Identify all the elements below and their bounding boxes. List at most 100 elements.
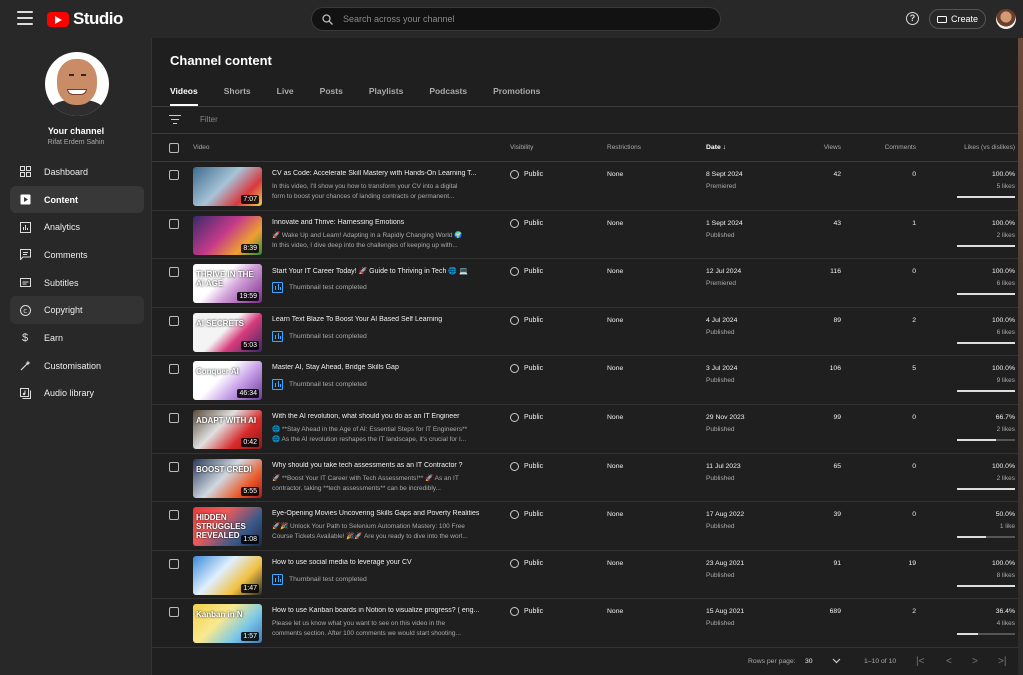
column-restrictions[interactable]: Restrictions — [607, 144, 641, 151]
sidebar-item-copyright[interactable]: c Copyright — [10, 296, 144, 325]
account-avatar[interactable] — [996, 9, 1016, 29]
table-row[interactable]: 7:07 CV as Code: Accelerate Skill Master… — [152, 162, 1023, 211]
studio-logo[interactable]: Studio — [47, 9, 123, 29]
row-checkbox[interactable] — [169, 364, 179, 375]
last-page-icon[interactable]: >| — [998, 656, 1006, 667]
table-row[interactable]: Conquer AI 46:34 Master AI, Stay Ahead, … — [152, 356, 1023, 405]
table-row[interactable]: HIDDEN STRUGGLES REVEALED 1:08 Eye-Openi… — [152, 502, 1023, 551]
sidebar-item-customisation[interactable]: Customisation — [10, 352, 144, 380]
create-button[interactable]: Create — [929, 9, 986, 29]
video-thumbnail[interactable]: BOOST CREDI 5:55 — [193, 458, 262, 498]
rows-per-page-select[interactable]: 30 — [805, 658, 813, 665]
search-bar[interactable]: Search across your channel — [311, 7, 721, 31]
tab-posts[interactable]: Posts — [320, 86, 343, 106]
row-checkbox[interactable] — [169, 170, 179, 180]
thumbnail-test-status: Thumbnail test completed — [272, 330, 367, 342]
column-comments[interactable]: Comments — [885, 144, 916, 151]
video-title[interactable]: CV as Code: Accelerate Skill Mastery wit… — [272, 170, 487, 177]
video-thumbnail[interactable]: AI SECRETS 5:03 — [193, 312, 262, 352]
views-cell: 91 — [833, 559, 841, 567]
table-row[interactable]: ADAPT WITH AI 0:42 With the AI revolutio… — [152, 405, 1023, 454]
table-row[interactable]: AI SECRETS 5:03 Learn Text Blaze To Boos… — [152, 308, 1023, 357]
row-checkbox[interactable] — [169, 267, 179, 278]
visibility-cell[interactable]: Public — [510, 461, 543, 471]
filter-input[interactable]: Filter — [200, 115, 218, 124]
visibility-cell[interactable]: Public — [510, 412, 543, 422]
tab-promotions[interactable]: Promotions — [493, 86, 540, 106]
tab-podcasts[interactable]: Podcasts — [429, 86, 467, 106]
content-icon — [19, 194, 31, 206]
row-checkbox[interactable] — [169, 607, 179, 618]
sidebar-item-content[interactable]: Content — [10, 185, 144, 214]
video-thumbnail[interactable]: ADAPT WITH AI 0:42 — [193, 409, 262, 449]
visibility-cell[interactable]: Public — [510, 558, 543, 568]
video-title[interactable]: How to use social media to leverage your… — [272, 559, 487, 566]
sidebar-item-dashboard[interactable]: Dashboard — [10, 158, 144, 186]
date-cell: 4 Jul 2024 — [706, 316, 738, 324]
sidebar-item-earn[interactable]: $ Earn — [10, 324, 144, 352]
row-checkbox[interactable] — [169, 510, 179, 521]
video-thumbnail[interactable]: 1:47 — [193, 555, 262, 595]
next-page-icon[interactable]: > — [972, 656, 978, 667]
row-checkbox[interactable] — [169, 412, 179, 423]
likes-ratio-bar — [957, 293, 1015, 296]
video-thumbnail[interactable]: THRIVE IN THE AI AGE 19:59 — [193, 264, 262, 304]
row-checkbox[interactable] — [169, 315, 179, 326]
column-likes[interactable]: Likes (vs dislikes) — [964, 144, 1015, 151]
sidebar-item-analytics[interactable]: Analytics — [10, 213, 144, 241]
select-all-checkbox[interactable] — [169, 143, 179, 153]
tab-playlists[interactable]: Playlists — [369, 86, 404, 106]
video-title[interactable]: Why should you take tech assessments as … — [272, 462, 487, 469]
video-title[interactable]: Innovate and Thrive: Harnessing Emotions — [272, 219, 487, 226]
video-title[interactable]: Learn Text Blaze To Boost Your AI Based … — [272, 316, 487, 323]
video-thumbnail[interactable]: 8:39 — [193, 215, 262, 255]
likes-count: 8 likes — [996, 571, 1015, 579]
date-cell: 12 Jul 2024 — [706, 268, 742, 276]
first-page-icon[interactable]: |< — [916, 656, 924, 667]
video-title[interactable]: With the AI revolution, what should you … — [272, 413, 487, 420]
tab-videos[interactable]: Videos — [170, 86, 198, 106]
visibility-cell[interactable]: Public — [510, 364, 543, 374]
visibility-cell[interactable]: Public — [510, 510, 543, 520]
table-row[interactable]: 1:47 How to use social media to leverage… — [152, 551, 1023, 600]
row-checkbox[interactable] — [169, 461, 179, 472]
filter-icon[interactable] — [169, 115, 181, 126]
visibility-cell[interactable]: Public — [510, 267, 543, 277]
column-visibility[interactable]: Visibility — [510, 144, 533, 151]
video-thumbnail[interactable]: HIDDEN STRUGGLES REVEALED 1:08 — [193, 507, 262, 547]
table-row[interactable]: BOOST CREDI 5:55 Why should you take tec… — [152, 454, 1023, 503]
video-camera-plus-icon — [936, 15, 947, 23]
sidebar-item-subtitles[interactable]: Subtitles — [10, 269, 144, 297]
sidebar-item-audio-library[interactable]: Audio library — [10, 380, 144, 408]
likes-ratio-bar — [957, 196, 1015, 198]
chevron-down-icon[interactable] — [832, 658, 841, 666]
video-thumbnail[interactable]: Conquer AI 46:34 — [193, 361, 262, 401]
previous-page-icon[interactable]: < — [946, 656, 952, 667]
tab-shorts[interactable]: Shorts — [224, 86, 251, 106]
column-views[interactable]: Views — [824, 144, 841, 151]
video-thumbnail[interactable]: 7:07 — [193, 167, 262, 206]
video-thumbnail[interactable]: Kanban in N 1:57 — [193, 604, 262, 644]
visibility-cell[interactable]: Public — [510, 607, 543, 617]
help-icon[interactable]: ? — [906, 12, 919, 25]
search-input[interactable]: Search across your channel — [343, 14, 455, 24]
table-row[interactable]: Kanban in N 1:57 How to use Kanban board… — [152, 599, 1023, 648]
video-description: Please let us know what you want to see … — [272, 620, 461, 638]
visibility-cell[interactable]: Public — [510, 315, 543, 325]
visibility-cell[interactable]: Public — [510, 170, 543, 179]
column-date[interactable]: Date ↓ — [706, 144, 726, 151]
tab-live[interactable]: Live — [277, 86, 294, 106]
video-title[interactable]: How to use Kanban boards in Notion to vi… — [272, 607, 487, 614]
row-checkbox[interactable] — [169, 558, 179, 569]
sidebar-item-comments[interactable]: Comments — [10, 241, 144, 269]
table-row[interactable]: THRIVE IN THE AI AGE 19:59 Start Your IT… — [152, 259, 1023, 308]
hamburger-menu-icon[interactable] — [17, 11, 33, 25]
video-title[interactable]: Start Your IT Career Today! 🚀 Guide to T… — [272, 267, 487, 275]
table-row[interactable]: 8:39 Innovate and Thrive: Harnessing Emo… — [152, 211, 1023, 260]
video-title[interactable]: Eye-Opening Movies Uncovering Skills Gap… — [272, 510, 487, 517]
channel-avatar[interactable] — [45, 52, 109, 116]
row-checkbox[interactable] — [169, 218, 179, 229]
visibility-cell[interactable]: Public — [510, 218, 543, 228]
video-title[interactable]: Master AI, Stay Ahead, Bridge Skills Gap — [272, 364, 487, 371]
date-cell: 1 Sept 2024 — [706, 219, 743, 227]
